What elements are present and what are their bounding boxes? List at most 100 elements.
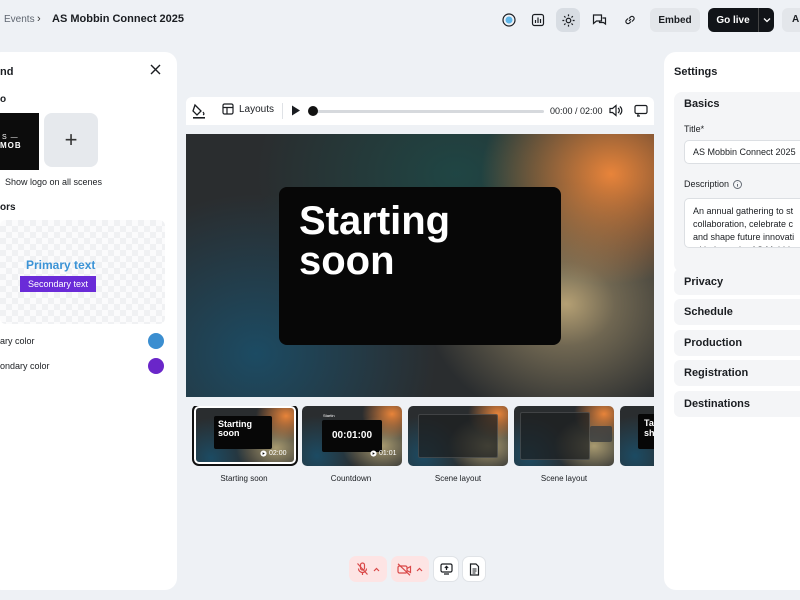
description-value: An annual gathering to st collaboration,… <box>693 206 795 247</box>
scene-duration: 01:01 <box>379 450 397 457</box>
cast-screen-icon[interactable] <box>634 104 648 120</box>
countdown-timer: 00:01:00 <box>332 430 373 441</box>
embed-button[interactable]: Embed <box>650 8 700 32</box>
play-icon[interactable] <box>291 105 301 119</box>
stage-title: Starting soon <box>299 201 450 281</box>
chevron-down-icon <box>763 18 770 23</box>
scene-thumbnail-layout-2[interactable] <box>514 406 614 466</box>
secondary-color-label: ondary color <box>0 361 50 371</box>
layouts-button[interactable]: Layouts <box>222 103 274 115</box>
registration-header[interactable]: Registration <box>684 367 748 379</box>
scene-duration: 02:00 <box>269 450 287 457</box>
analytics-icon[interactable] <box>526 8 550 32</box>
scene-layout-inset <box>590 426 612 442</box>
layouts-label: Layouts <box>239 103 275 115</box>
scene-title-line-1: Ta <box>644 418 654 428</box>
stage-preview[interactable]: Starting soon <box>186 134 654 397</box>
go-live-label: Go live <box>716 14 750 26</box>
scene-title-line-2: soon <box>218 428 240 438</box>
close-icon[interactable] <box>150 64 161 78</box>
logo-text-top: S — <box>2 133 19 141</box>
settings-title: Settings <box>674 66 718 78</box>
title-field-label: Title* <box>684 124 704 134</box>
scene-small-title: Startin <box>323 413 335 418</box>
basics-header[interactable]: Basics <box>684 98 719 110</box>
settings-panel: Settings Basics Title* AS Mobbin Connect… <box>664 52 800 590</box>
camera-toggle[interactable] <box>391 556 429 582</box>
stage-title-line-1: Starting <box>299 199 451 243</box>
destinations-header[interactable]: Destinations <box>684 398 750 410</box>
document-icon <box>469 562 479 576</box>
scene-layout-frame <box>520 412 590 460</box>
status-indicator-icon[interactable] <box>497 8 521 32</box>
brand-logo[interactable]: S — MOB <box>0 113 39 170</box>
title-input-value: AS Mobbin Connect 2025 <box>693 147 796 157</box>
paint-bucket-icon[interactable] <box>192 103 206 122</box>
chat-icon[interactable] <box>587 8 611 32</box>
privacy-header[interactable]: Privacy <box>684 276 723 288</box>
more-button[interactable]: A <box>782 8 800 32</box>
replay-icon <box>370 450 377 457</box>
info-icon <box>733 179 742 189</box>
stage-title-line-2: soon <box>299 239 395 283</box>
description-field-label: Description <box>684 179 742 189</box>
required-mark: * <box>700 124 705 134</box>
event-title: AS Mobbin Connect 2025 <box>52 13 185 25</box>
scene-thumbnail-countdown[interactable]: Startin 00:01:00 01:01 <box>302 406 402 466</box>
scene-label-layout-1: Scene layout <box>434 474 482 483</box>
schedule-header[interactable]: Schedule <box>684 306 733 318</box>
go-live-button[interactable]: Go live <box>708 8 774 32</box>
camera-off-icon <box>397 562 412 576</box>
logo-text-bottom: MOB <box>0 140 22 150</box>
toolbar-divider <box>282 103 283 119</box>
notes-button[interactable] <box>462 556 486 582</box>
scene-label-countdown: Countdown <box>330 474 372 483</box>
breadcrumb-events-link[interactable]: Events <box>4 14 35 25</box>
logo-section-label: o <box>0 94 7 105</box>
add-logo-button[interactable]: + <box>44 113 98 167</box>
microphone-off-icon <box>357 562 368 575</box>
scene-label-starting-soon: Starting soon <box>220 474 268 483</box>
top-bar: Events › AS Mobbin Connect 2025 Embed Go… <box>0 0 800 40</box>
link-icon[interactable] <box>618 8 642 32</box>
replay-icon <box>260 450 267 457</box>
production-header[interactable]: Production <box>684 337 742 349</box>
microphone-toggle[interactable] <box>349 556 387 582</box>
breadcrumb-separator: › <box>37 13 41 25</box>
progress-handle[interactable] <box>308 106 318 116</box>
primary-color-swatch[interactable] <box>148 333 164 349</box>
secondary-color-swatch[interactable] <box>148 358 164 374</box>
scene-duration-badge: 02:00 <box>260 450 287 457</box>
layouts-icon <box>222 103 234 115</box>
scene-label-layout-2: Scene layout <box>540 474 588 483</box>
scene-thumbnail-layout-1[interactable] <box>408 406 508 466</box>
progress-track[interactable] <box>310 110 544 113</box>
description-label-text: Description <box>684 179 730 189</box>
primary-color-label: ary color <box>0 336 35 346</box>
share-screen-button[interactable] <box>433 556 459 582</box>
brand-panel: nd o S — MOB + Show logo on all scenes o… <box>0 52 177 590</box>
colors-section-label: ors <box>0 202 16 213</box>
chevron-up-icon <box>416 567 423 571</box>
scene-title-line-2: sh <box>644 428 654 438</box>
description-textarea[interactable]: An annual gathering to st collaboration,… <box>684 198 800 248</box>
player-toolbar: Layouts 00:00 / 02:00 <box>186 97 654 125</box>
show-logo-label[interactable]: Show logo on all scenes <box>5 177 102 187</box>
stage-title-card: Starting soon <box>279 187 561 345</box>
scene-thumbnail-starting-soon[interactable]: Starting soon 02:00 <box>192 406 298 466</box>
preview-secondary-text: Secondary text <box>20 276 96 292</box>
color-preview <box>0 220 165 324</box>
go-live-dropdown[interactable] <box>758 8 774 32</box>
scene-thumbnail-partial[interactable]: Ta sh <box>620 406 654 466</box>
chevron-up-icon <box>373 567 380 571</box>
playback-time: 00:00 / 02:00 <box>550 106 603 116</box>
scene-duration-badge: 01:01 <box>370 450 397 457</box>
scene-layout-frame <box>418 414 498 458</box>
title-input[interactable]: AS Mobbin Connect 2025 <box>684 140 800 164</box>
brand-panel-title: nd <box>0 66 14 78</box>
share-screen-icon <box>439 563 453 575</box>
title-label-text: Title <box>684 124 701 134</box>
settings-gear-icon[interactable] <box>556 8 580 32</box>
preview-primary-text: Primary text <box>26 258 96 272</box>
volume-icon[interactable] <box>609 104 623 120</box>
